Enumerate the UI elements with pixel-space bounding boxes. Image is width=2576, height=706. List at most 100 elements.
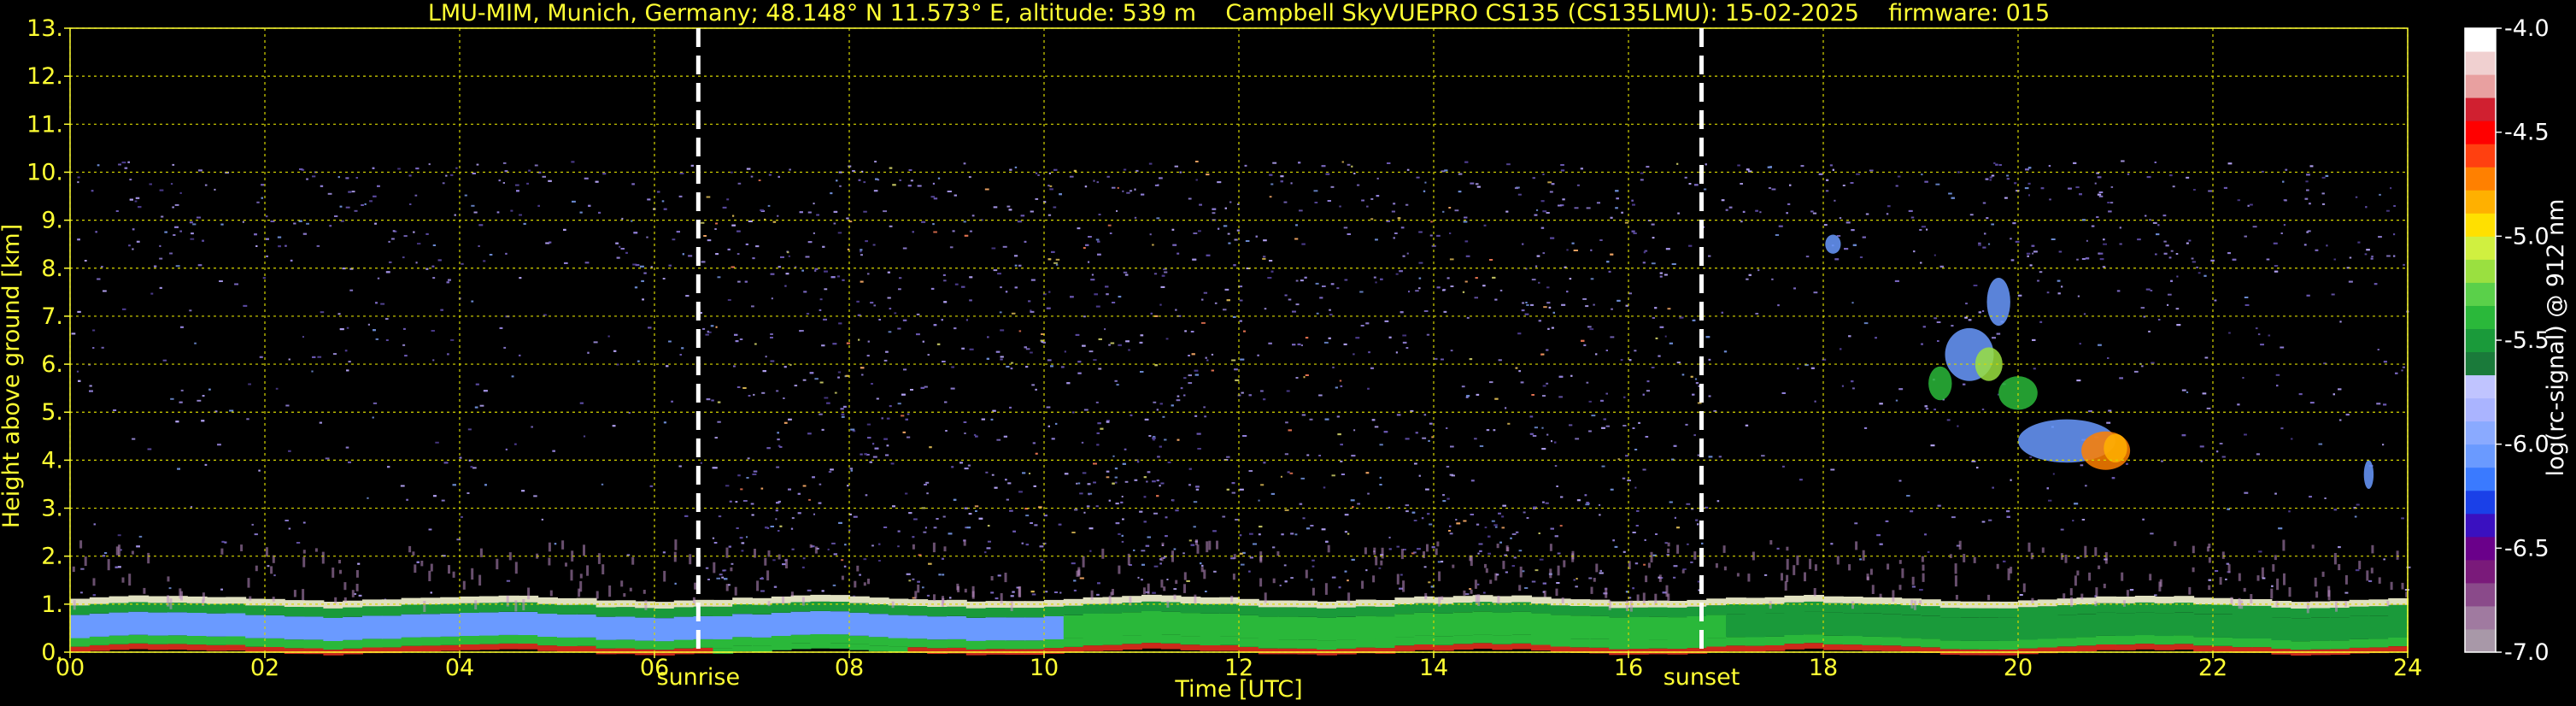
noise-pixel [470, 466, 473, 468]
noise-pixel [1234, 368, 1238, 371]
noise-pixel [1927, 550, 1930, 553]
boundary-layer-band [985, 608, 1006, 618]
noise-pixel [1258, 533, 1261, 536]
noise-pixel [1387, 162, 1391, 164]
noise-pixel [933, 324, 937, 327]
boundary-layer-band [1979, 640, 2000, 650]
boundary-layer-band [2388, 615, 2409, 638]
boundary-layer-band [1472, 634, 1493, 644]
haze-pixel [355, 570, 359, 578]
noise-pixel [1022, 472, 1026, 474]
noise-pixel [288, 358, 290, 361]
noise-pixel [1633, 232, 1637, 234]
noise-pixel [1141, 550, 1146, 552]
noise-pixel [1047, 185, 1050, 187]
noise-pixel [1357, 503, 1360, 505]
noise-pixel [668, 340, 672, 343]
noise-pixel [906, 573, 911, 575]
noise-pixel [776, 502, 780, 504]
boundary-layer-band [654, 608, 675, 619]
haze-pixel [2174, 541, 2177, 546]
boundary-layer-band [927, 607, 948, 617]
haze-pixel [1497, 596, 1500, 604]
boundary-layer-band [226, 603, 247, 614]
noise-pixel [2193, 189, 2196, 191]
boundary-layer-band [478, 612, 500, 636]
noise-pixel [1123, 271, 1128, 274]
noise-pixel [1556, 485, 1558, 487]
noise-pixel [2208, 579, 2212, 581]
noise-pixel [2029, 264, 2033, 267]
haze-pixel [1593, 578, 1596, 582]
boundary-layer-band [401, 645, 422, 652]
noise-pixel [1599, 503, 1601, 506]
noise-pixel [2256, 453, 2260, 456]
noise-pixel [306, 178, 308, 180]
noise-pixel [1325, 540, 1329, 543]
noise-pixel [1280, 475, 1282, 478]
noise-pixel [150, 292, 154, 295]
noise-pixel [1035, 197, 1039, 200]
noise-pixel [1388, 506, 1391, 509]
boundary-layer-band [1472, 643, 1493, 649]
noise-pixel [461, 262, 464, 265]
noise-pixel [312, 175, 316, 178]
noise-pixel [620, 248, 625, 250]
noise-pixel [1341, 161, 1344, 163]
boundary-layer-band [89, 636, 110, 645]
noise-pixel [1978, 242, 1981, 244]
noise-pixel [1449, 232, 1452, 234]
noise-pixel [1951, 516, 1956, 519]
noise-pixel [1988, 243, 1991, 245]
noise-pixel [1089, 550, 1092, 552]
noise-pixel [807, 211, 812, 214]
noise-pixel [2145, 215, 2147, 217]
noise-pixel [1981, 521, 1986, 523]
noise-pixel [867, 340, 870, 343]
noise-pixel [607, 335, 610, 338]
noise-pixel [1171, 228, 1175, 231]
noise-pixel [1270, 183, 1274, 185]
noise-pixel [807, 432, 812, 435]
noise-pixel [2172, 185, 2175, 188]
noise-pixel [552, 450, 555, 452]
noise-pixel [117, 566, 121, 568]
boundary-layer-band [1511, 634, 1532, 644]
noise-pixel [1410, 409, 1414, 412]
haze-pixel [1855, 541, 1858, 550]
noise-pixel [1676, 162, 1679, 165]
noise-pixel [1053, 206, 1057, 209]
noise-pixel [1547, 327, 1550, 330]
noise-pixel [949, 597, 952, 599]
noise-pixel [159, 286, 162, 289]
haze-pixel [2122, 600, 2126, 607]
noise-pixel [472, 173, 476, 174]
noise-pixel [707, 579, 710, 580]
boundary-layer-band [70, 605, 91, 615]
noise-pixel [1206, 174, 1210, 176]
boundary-layer-band [557, 604, 578, 615]
noise-pixel [1723, 350, 1728, 353]
noise-pixel [1448, 530, 1451, 532]
boundary-layer-band [654, 641, 675, 650]
noise-pixel [871, 383, 873, 385]
noise-pixel [1106, 470, 1110, 473]
noise-pixel [952, 230, 955, 232]
noise-pixel [1463, 520, 1467, 522]
noise-pixel [899, 277, 902, 279]
noise-pixel [1920, 262, 1922, 264]
haze-pixel [1879, 593, 1882, 597]
boundary-layer-band [1589, 606, 1611, 616]
noise-pixel [391, 238, 395, 240]
noise-pixel [1556, 582, 1560, 584]
boundary-layer-band [1102, 644, 1124, 651]
noise-pixel [1986, 217, 1989, 220]
noise-pixel [1599, 569, 1602, 572]
noise-pixel [1164, 438, 1167, 441]
noise-pixel [2383, 403, 2387, 406]
noise-pixel [922, 340, 924, 343]
noise-pixel [852, 170, 855, 173]
noise-pixel [1625, 455, 1628, 457]
boundary-layer-band [89, 613, 110, 637]
noise-pixel [2283, 224, 2286, 227]
